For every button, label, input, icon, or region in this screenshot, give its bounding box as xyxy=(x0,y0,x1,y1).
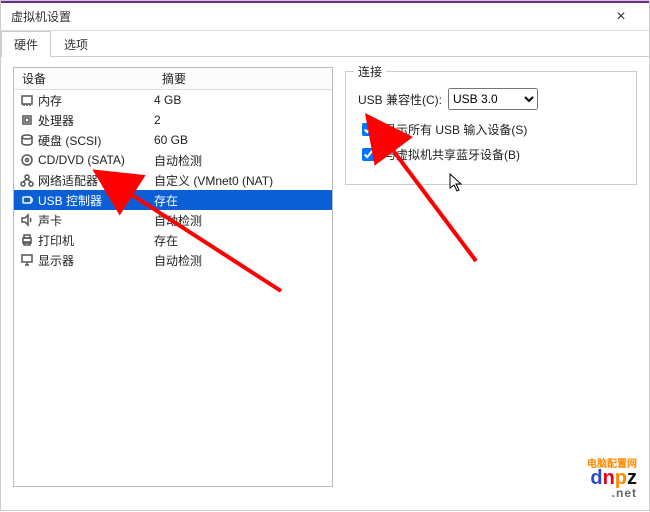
watermark-cn: 电脑配置网 xyxy=(587,455,637,470)
row-display[interactable]: 显示器 自动检测 xyxy=(14,250,332,270)
chk2-label: 与虚拟机共享蓝牙设备(B) xyxy=(384,146,520,163)
printer-icon xyxy=(18,233,36,247)
close-icon[interactable]: × xyxy=(601,8,641,26)
watermark: 电脑配置网 dnpz .net xyxy=(590,467,637,500)
row-usb[interactable]: USB 控制器 存在 xyxy=(14,190,332,210)
compat-label: USB 兼容性(C): xyxy=(358,91,442,108)
row-sound[interactable]: 声卡 自动检测 xyxy=(14,210,332,230)
dev-summary: 自定义 (VMnet0 (NAT) xyxy=(154,172,332,189)
row-hdd[interactable]: 硬盘 (SCSI) 60 GB xyxy=(14,130,332,150)
dev-label: 声卡 xyxy=(38,212,154,229)
tabs: 硬件 选项 xyxy=(1,31,649,57)
hdd-icon xyxy=(18,133,36,147)
tab-options[interactable]: 选项 xyxy=(51,31,101,57)
dev-summary: 4 GB xyxy=(154,93,332,107)
row-printer[interactable]: 打印机 存在 xyxy=(14,230,332,250)
chk1-input[interactable] xyxy=(362,123,375,136)
compat-select[interactable]: USB 3.0 xyxy=(448,88,538,110)
connection-group: 连接 USB 兼容性(C): USB 3.0 显示所有 USB 输入设备(S) … xyxy=(345,71,637,185)
share-bt-checkbox[interactable]: 与虚拟机共享蓝牙设备(B) xyxy=(358,145,624,164)
content: 设备 摘要 内存 4 GB 处理器 2 硬盘 (SCSI) 60 GB CD/D… xyxy=(1,57,649,497)
network-icon xyxy=(18,173,36,187)
dev-label: 硬盘 (SCSI) xyxy=(38,132,154,149)
usb-icon xyxy=(18,193,36,207)
dev-summary: 60 GB xyxy=(154,133,332,147)
right-panel: 连接 USB 兼容性(C): USB 3.0 显示所有 USB 输入设备(S) … xyxy=(345,67,637,487)
compat-row: USB 兼容性(C): USB 3.0 xyxy=(358,88,624,110)
device-list[interactable]: 设备 摘要 内存 4 GB 处理器 2 硬盘 (SCSI) 60 GB CD/D… xyxy=(13,67,333,487)
dev-label: 内存 xyxy=(38,92,154,109)
dev-summary: 2 xyxy=(154,113,332,127)
dev-label: 网络适配器 xyxy=(38,172,154,189)
col-device: 设备 xyxy=(14,70,154,87)
dev-label: USB 控制器 xyxy=(38,192,154,209)
window-title: 虚拟机设置 xyxy=(11,8,71,25)
chk2-input[interactable] xyxy=(362,148,375,161)
monitor-icon xyxy=(18,253,36,267)
sound-icon xyxy=(18,213,36,227)
chk1-label: 显示所有 USB 输入设备(S) xyxy=(384,121,527,138)
dev-label: 显示器 xyxy=(38,252,154,269)
dev-label: CD/DVD (SATA) xyxy=(38,153,154,167)
list-header: 设备 摘要 xyxy=(14,68,332,90)
dev-summary: 自动检测 xyxy=(154,152,332,169)
show-usb-input-checkbox[interactable]: 显示所有 USB 输入设备(S) xyxy=(358,120,624,139)
left-panel: 设备 摘要 内存 4 GB 处理器 2 硬盘 (SCSI) 60 GB CD/D… xyxy=(13,67,333,487)
cpu-icon xyxy=(18,113,36,127)
dev-summary: 存在 xyxy=(154,232,332,249)
dev-summary: 自动检测 xyxy=(154,252,332,269)
row-net[interactable]: 网络适配器 自定义 (VMnet0 (NAT) xyxy=(14,170,332,190)
dev-label: 打印机 xyxy=(38,232,154,249)
dev-summary: 存在 xyxy=(154,192,332,209)
titlebar: 虚拟机设置 × xyxy=(1,1,649,31)
row-cpu[interactable]: 处理器 2 xyxy=(14,110,332,130)
tab-hardware[interactable]: 硬件 xyxy=(1,31,51,57)
memory-icon xyxy=(18,93,36,107)
dev-summary: 自动检测 xyxy=(154,212,332,229)
group-title: 连接 xyxy=(354,63,386,80)
row-memory[interactable]: 内存 4 GB xyxy=(14,90,332,110)
col-summary: 摘要 xyxy=(154,70,332,87)
disc-icon xyxy=(18,153,36,167)
dev-label: 处理器 xyxy=(38,112,154,129)
row-cd[interactable]: CD/DVD (SATA) 自动检测 xyxy=(14,150,332,170)
